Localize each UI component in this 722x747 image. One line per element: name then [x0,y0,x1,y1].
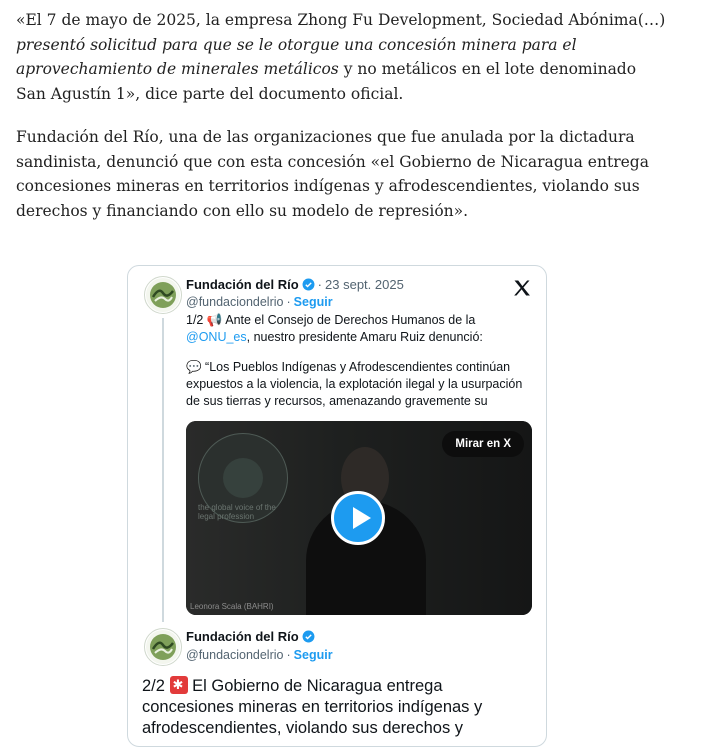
avatar[interactable] [144,628,182,666]
tweet-text: 2/2 El Gobierno de Nicaragua entrega con… [142,676,532,739]
tweet-paragraph-2: 💬 “Los Pueblos Indígenas y Afrodescendie… [186,359,536,410]
x-logo-icon[interactable] [512,278,532,303]
paragraph-text: «El 7 de mayo de 2025, la empresa Zhong … [16,11,666,29]
separator-dot: · [286,648,291,662]
follow-button[interactable]: Seguir [294,648,333,662]
mention-link[interactable]: @ONU_es [186,330,247,344]
avatar[interactable] [144,276,182,314]
tweet-text-part: , nuestro presidente Amaru Ruiz denunció… [246,330,483,344]
handle-line: @fundaciondelrio · Seguir [186,295,333,309]
separator-dot: · [286,295,291,309]
thread-counter: 2/2 [142,677,165,695]
account-handle[interactable]: @fundaciondelrio [186,295,283,309]
siren-emoji [169,676,188,694]
embedded-tweet[interactable]: Fundación del Río · 23 sept. 2025 @fundaci… [127,265,547,747]
speech-bubble-emoji: 💬 [186,360,202,374]
tweet-text-part: El Gobierno de Nicaragua entrega concesi… [142,677,483,737]
handle-line: @fundaciondelrio · Seguir [186,648,333,662]
thread-counter: 1/2 [186,313,204,327]
watch-on-x-button[interactable]: Mirar en X [442,431,524,457]
account-handle[interactable]: @fundaciondelrio [186,648,283,662]
video-player[interactable]: the global voice of the legal profession… [186,421,532,615]
org-logo-globe [223,458,263,498]
tweet-text: 1/2 📢 Ante el Consejo de Derechos Humano… [186,312,536,423]
article-body: «El 7 de mayo de 2025, la empresa Zhong … [16,8,666,242]
tweet-date[interactable]: 23 sept. 2025 [325,277,404,292]
speaker-name: Leonora Scala (BAHRI) [190,602,274,611]
tweet-paragraph-1: 1/2 📢 Ante el Consejo de Derechos Humano… [186,312,536,346]
verified-badge-icon [302,278,315,294]
tweet-quote: “Los Pueblos Indígenas y Afrodescendient… [186,360,523,408]
tweet-header: Fundación del Río · 23 sept. 2025 [186,277,404,294]
article-paragraph-2: Fundación del Río, una de las organizaci… [16,128,649,220]
verified-badge-icon [302,630,315,646]
follow-button[interactable]: Seguir [294,295,333,309]
tweet-text-part: Ante el Consejo de Derechos Humanos de l… [222,313,476,327]
megaphone-emoji: 📢 [206,313,223,327]
org-caption: the global voice of the legal profession [198,503,276,521]
tweet-header: Fundación del Río [186,629,315,646]
account-name[interactable]: Fundación del Río [186,629,299,644]
play-icon[interactable] [331,491,385,545]
thread-line [162,318,164,622]
separator-dot: · [317,277,323,292]
article-paragraph-1: «El 7 de mayo de 2025, la empresa Zhong … [16,8,666,106]
account-name[interactable]: Fundación del Río [186,277,299,292]
